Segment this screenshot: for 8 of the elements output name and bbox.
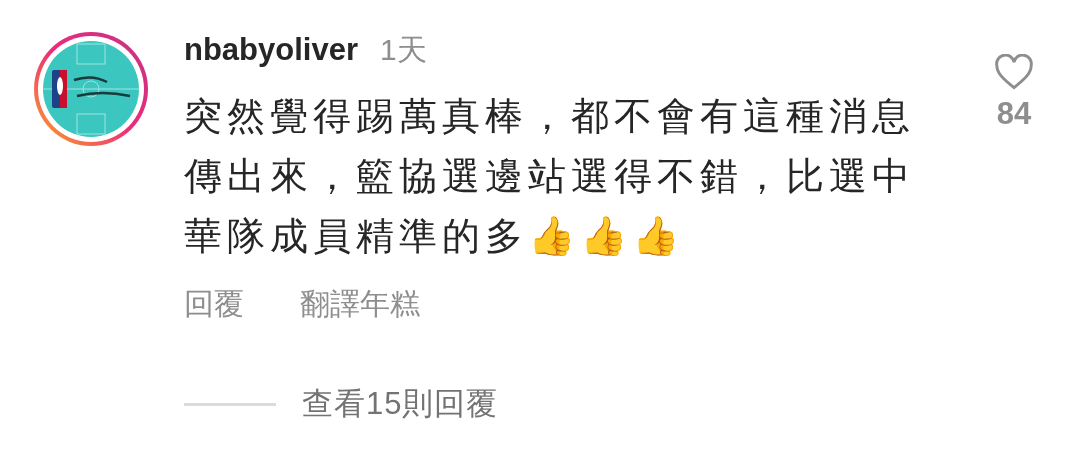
- comment-text: 突然覺得踢萬真棒，都不會有這種消息傳出來，籃協選邊站選得不錯，比選中華隊成員精準的多👍👍👍: [184, 94, 916, 259]
- view-replies-link[interactable]: 查看15則回覆: [302, 383, 499, 425]
- heart-icon[interactable]: [994, 54, 1034, 90]
- action-link[interactable]: 翻譯年糕: [300, 284, 420, 325]
- username[interactable]: nbabyoliver: [184, 32, 358, 68]
- action-link[interactable]: 回覆: [184, 284, 244, 325]
- like-count: 84: [996, 96, 1032, 132]
- timestamp: 1天: [380, 32, 427, 68]
